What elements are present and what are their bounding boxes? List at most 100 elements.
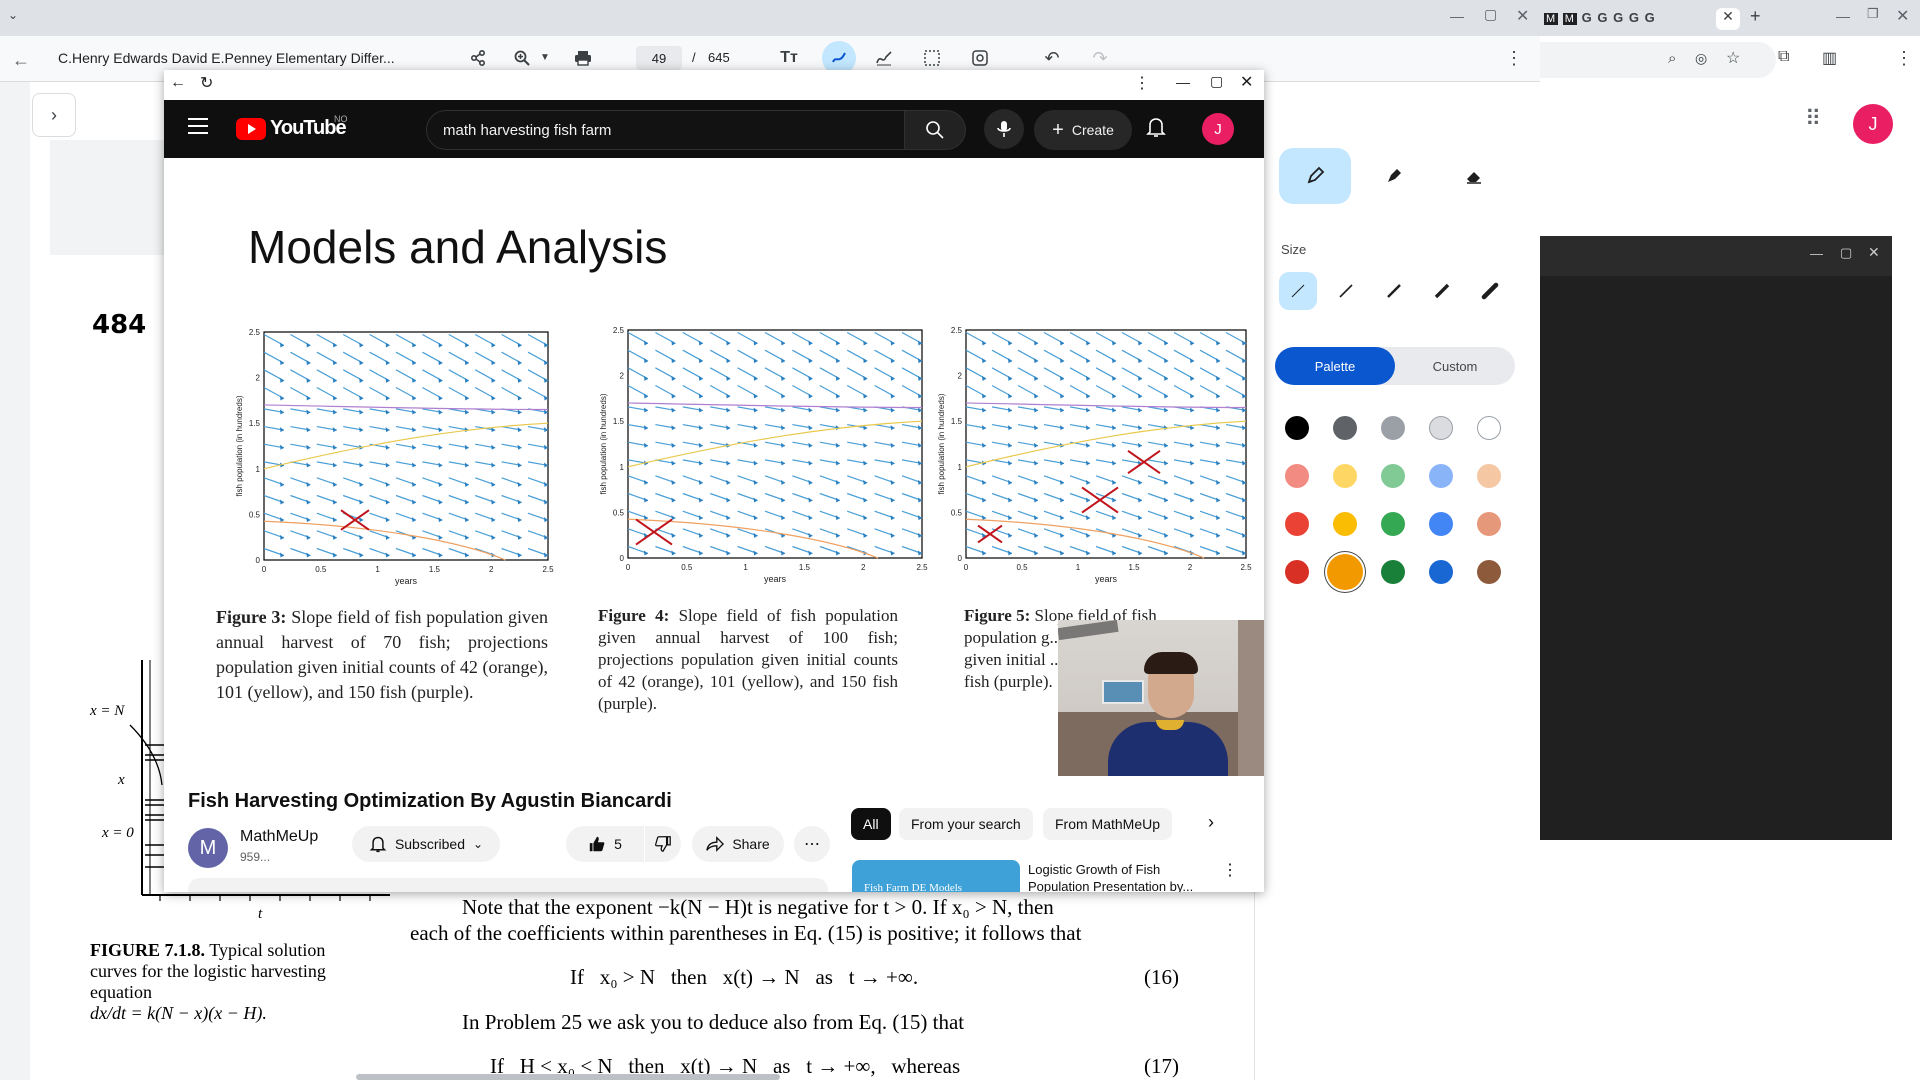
color-swatch[interactable]: [1429, 464, 1453, 488]
voice-search-button[interactable]: [984, 109, 1024, 149]
maximize-button[interactable]: ▢: [1484, 6, 1497, 23]
size-option-3[interactable]: [1375, 272, 1413, 310]
like-button[interactable]: 5: [566, 826, 644, 862]
color-swatch[interactable]: [1477, 416, 1501, 440]
minimize-button-2[interactable]: —: [1836, 8, 1850, 24]
redo-icon[interactable]: ↷: [1086, 44, 1114, 72]
chip-from-mathmeup[interactable]: From MathMeUp: [1043, 808, 1173, 840]
hamburger-menu-icon[interactable]: [188, 118, 208, 139]
subscribed-button[interactable]: Subscribed ⌄: [352, 826, 500, 862]
tracking-protection-icon[interactable]: ◎: [1695, 50, 1707, 67]
yt-window-menu-icon[interactable]: ⋮: [1134, 73, 1150, 93]
close-tab-icon[interactable]: ✕: [1716, 8, 1740, 30]
recommendation-title[interactable]: Logistic Growth of Fish Population Prese…: [1028, 861, 1204, 892]
bookmark-star-icon[interactable]: ☆: [1726, 48, 1740, 68]
color-swatch[interactable]: [1429, 416, 1453, 440]
custom-tab[interactable]: Custom: [1395, 347, 1515, 385]
eraser-tool-button[interactable]: [1438, 148, 1510, 204]
sidebar-toggle-button[interactable]: ›: [32, 93, 76, 137]
color-swatch[interactable]: [1285, 512, 1309, 536]
tab-icon-strip[interactable]: M M G G G G G: [1544, 10, 1656, 25]
color-swatch[interactable]: [1333, 512, 1357, 536]
tab-search-chevron-icon[interactable]: ⌄: [8, 8, 28, 28]
extensions-icon[interactable]: ⧉: [1778, 48, 1789, 66]
zoom-icon[interactable]: [508, 44, 536, 72]
more-options-icon[interactable]: ⋮: [1500, 44, 1528, 72]
new-tab-icon[interactable]: +: [1750, 6, 1761, 27]
undo-icon[interactable]: ↶: [1038, 44, 1066, 72]
highlighter-tool-button[interactable]: [1358, 148, 1430, 204]
youtube-account-avatar[interactable]: J: [1202, 113, 1234, 145]
menu-icon[interactable]: ⋮: [1895, 48, 1913, 69]
yt-reload-icon[interactable]: ↻: [200, 73, 213, 93]
color-swatch[interactable]: [1333, 464, 1357, 488]
tab-icon-g1[interactable]: G: [1582, 10, 1593, 25]
color-swatch[interactable]: [1285, 464, 1309, 488]
share-icon[interactable]: [464, 44, 492, 72]
dark-maximize-button[interactable]: ▢: [1840, 245, 1852, 261]
tab-icon-g5[interactable]: G: [1645, 10, 1656, 25]
size-option-1[interactable]: [1279, 272, 1317, 310]
chip-all[interactable]: All: [851, 808, 891, 840]
zoom-indicator-icon[interactable]: ⌕: [1668, 50, 1676, 67]
color-swatch[interactable]: [1285, 416, 1309, 440]
recommendation-menu-icon[interactable]: ⋮: [1222, 860, 1238, 880]
color-swatch[interactable]: [1381, 464, 1405, 488]
color-swatch[interactable]: [1477, 560, 1501, 584]
description-box[interactable]: [188, 878, 828, 892]
yt-minimize-button[interactable]: —: [1176, 74, 1190, 90]
color-swatch[interactable]: [1285, 560, 1309, 584]
account-avatar[interactable]: J: [1853, 104, 1893, 144]
color-swatch[interactable]: [1477, 464, 1501, 488]
color-swatch[interactable]: [1327, 554, 1363, 590]
tab-icon-g2[interactable]: G: [1597, 10, 1608, 25]
notifications-bell-icon[interactable]: [1146, 116, 1166, 143]
youtube-search-button[interactable]: [904, 110, 966, 150]
yt-close-button[interactable]: ✕: [1240, 72, 1253, 92]
tab-icon-m2[interactable]: M: [1562, 13, 1577, 25]
lens-search-icon[interactable]: [966, 44, 994, 72]
zoom-dropdown-icon[interactable]: ▼: [540, 52, 550, 63]
close-button[interactable]: ✕: [1516, 6, 1529, 26]
text-size-icon[interactable]: Tт: [775, 44, 803, 72]
color-swatch[interactable]: [1381, 416, 1405, 440]
close-button-2[interactable]: ✕: [1896, 6, 1909, 26]
dark-close-button[interactable]: ✕: [1868, 244, 1880, 261]
horizontal-scrollbar[interactable]: [356, 1074, 780, 1080]
page-number-input[interactable]: 49: [636, 46, 682, 70]
signature-icon[interactable]: [870, 44, 898, 72]
minimize-button[interactable]: —: [1450, 8, 1464, 24]
size-option-5[interactable]: [1471, 272, 1509, 310]
reading-mode-icon[interactable]: ▥: [1822, 48, 1837, 68]
yt-back-icon[interactable]: ←: [170, 74, 186, 92]
size-option-4[interactable]: [1423, 272, 1461, 310]
tab-icon-g3[interactable]: G: [1613, 10, 1624, 25]
youtube-logo[interactable]: YouTube: [236, 117, 347, 140]
tab-icon-g4[interactable]: G: [1629, 10, 1640, 25]
color-swatch[interactable]: [1429, 560, 1453, 584]
more-actions-button[interactable]: ⋯: [794, 826, 830, 862]
color-swatch[interactable]: [1381, 512, 1405, 536]
share-button[interactable]: Share: [692, 826, 784, 862]
recommendation-thumbnail[interactable]: Fish Farm DE Models: [852, 860, 1020, 892]
color-swatch[interactable]: [1333, 416, 1357, 440]
color-swatch[interactable]: [1381, 560, 1405, 584]
size-option-2[interactable]: [1327, 272, 1365, 310]
color-swatch[interactable]: [1477, 512, 1501, 536]
yt-maximize-button[interactable]: ▢: [1210, 73, 1223, 90]
chip-from-your-search[interactable]: From your search: [899, 808, 1033, 840]
dislike-button[interactable]: [645, 826, 681, 862]
select-area-icon[interactable]: [918, 44, 946, 72]
print-icon[interactable]: [569, 44, 597, 72]
restore-button-2[interactable]: ❐: [1867, 6, 1879, 22]
chips-next-chevron-icon[interactable]: ›: [1208, 812, 1214, 833]
create-button[interactable]: + Create: [1034, 110, 1132, 150]
channel-name[interactable]: MathMeUp: [240, 828, 318, 846]
omnibox[interactable]: [1540, 42, 1776, 78]
channel-avatar[interactable]: M: [188, 828, 228, 868]
youtube-search-input[interactable]: math harvesting fish farm: [426, 110, 906, 150]
back-arrow-icon[interactable]: ←: [12, 50, 30, 71]
tab-icon-m[interactable]: M: [1544, 13, 1559, 25]
color-swatch[interactable]: [1429, 512, 1453, 536]
apps-grid-icon[interactable]: ⠿: [1805, 106, 1821, 132]
